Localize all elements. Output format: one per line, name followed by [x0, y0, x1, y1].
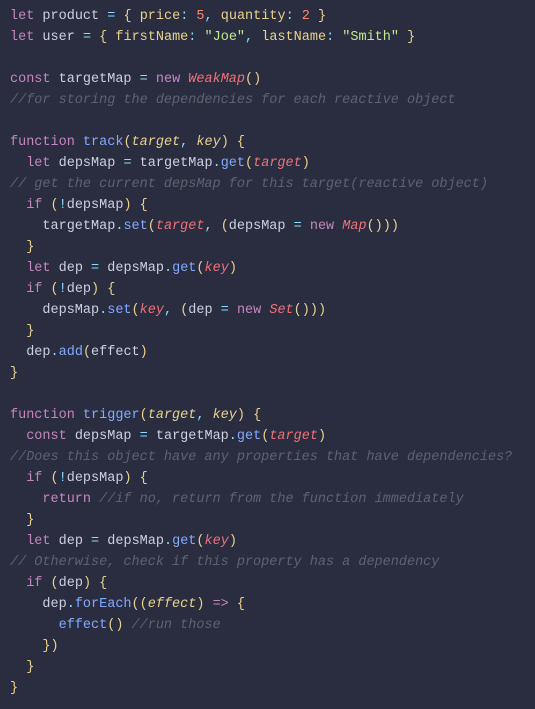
identifier: targetMap: [59, 72, 132, 87]
function-call: effect: [59, 618, 108, 633]
comment: //for storing the dependencies for each …: [10, 93, 456, 108]
keyword: let: [10, 9, 34, 24]
number: 2: [302, 9, 310, 24]
comment: //run those: [132, 618, 221, 633]
class-name: WeakMap: [188, 72, 245, 87]
property: lastName: [261, 30, 326, 45]
argument: target: [156, 219, 205, 234]
comment: // get the current depsMap for this targ…: [10, 177, 488, 192]
argument: key: [205, 261, 229, 276]
keyword: let: [26, 156, 50, 171]
identifier: depsMap: [107, 534, 164, 549]
property: quantity: [221, 9, 286, 24]
method: add: [59, 345, 83, 360]
method: get: [172, 261, 196, 276]
comment: // Otherwise, check if this property has…: [10, 555, 439, 570]
keyword: if: [26, 471, 42, 486]
keyword: new: [310, 219, 334, 234]
identifier: depsMap: [107, 261, 164, 276]
parameter: key: [213, 408, 237, 423]
comment: //Does this object have any properties t…: [10, 450, 512, 465]
parameter: target: [148, 408, 197, 423]
keyword: const: [26, 429, 67, 444]
keyword: let: [26, 261, 50, 276]
brace: }: [26, 660, 34, 675]
method: forEach: [75, 597, 132, 612]
argument: effect: [91, 345, 140, 360]
comment: //if no, return from the function immedi…: [99, 492, 464, 507]
keyword: new: [237, 303, 261, 318]
class-name: Map: [342, 219, 366, 234]
identifier: depsMap: [67, 471, 124, 486]
keyword: if: [26, 198, 42, 213]
string: "Smith": [342, 30, 399, 45]
keyword: function: [10, 408, 75, 423]
code-block: let product = { price: 5, quantity: 2 } …: [0, 0, 535, 709]
identifier: targetMap: [140, 156, 213, 171]
argument: target: [269, 429, 318, 444]
keyword: function: [10, 135, 75, 150]
class-name: Set: [269, 303, 293, 318]
property: price: [140, 9, 181, 24]
keyword: new: [156, 72, 180, 87]
method: set: [123, 219, 147, 234]
brace: }: [10, 366, 18, 381]
identifier: product: [42, 9, 99, 24]
function-name: track: [83, 135, 124, 150]
identifier: dep: [59, 261, 83, 276]
identifier: depsMap: [229, 219, 286, 234]
argument: key: [205, 534, 229, 549]
identifier: targetMap: [156, 429, 229, 444]
argument: target: [253, 156, 302, 171]
brace: }: [26, 513, 34, 528]
identifier: dep: [26, 345, 50, 360]
argument: key: [140, 303, 164, 318]
string: "Joe": [205, 30, 246, 45]
method: get: [172, 534, 196, 549]
identifier: dep: [42, 597, 66, 612]
identifier: dep: [59, 576, 83, 591]
keyword: const: [10, 72, 51, 87]
keyword: return: [42, 492, 91, 507]
identifier: depsMap: [75, 429, 132, 444]
brace: }: [26, 240, 34, 255]
brace: }: [26, 324, 34, 339]
number: 5: [196, 9, 204, 24]
method: set: [107, 303, 131, 318]
keyword: if: [26, 282, 42, 297]
keyword: let: [26, 534, 50, 549]
method: get: [237, 429, 261, 444]
brace: }): [42, 639, 58, 654]
keyword: if: [26, 576, 42, 591]
property: firstName: [115, 30, 188, 45]
brace: }: [10, 681, 18, 696]
method: get: [221, 156, 245, 171]
identifier: dep: [59, 534, 83, 549]
identifier: dep: [67, 282, 91, 297]
parameter: effect: [148, 597, 197, 612]
identifier: user: [42, 30, 74, 45]
identifier: depsMap: [67, 198, 124, 213]
identifier: depsMap: [42, 303, 99, 318]
identifier: targetMap: [42, 219, 115, 234]
parameter: key: [196, 135, 220, 150]
parameter: target: [132, 135, 181, 150]
identifier: depsMap: [59, 156, 116, 171]
function-name: trigger: [83, 408, 140, 423]
keyword: let: [10, 30, 34, 45]
identifier: dep: [188, 303, 212, 318]
